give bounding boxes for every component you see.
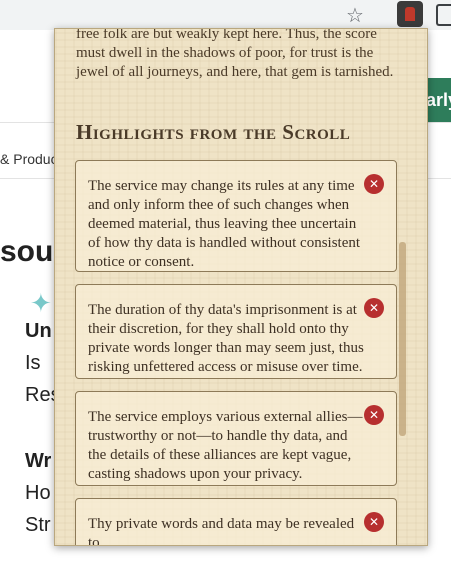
close-icon[interactable]: ✕ (364, 512, 384, 532)
highlight-card: The service may change its rules at any … (75, 160, 397, 272)
browser-toolbar: ☆ (0, 0, 451, 30)
sparkle-icon: ✦ (30, 288, 52, 318)
highlight-card: Thy private words and data may be reveal… (75, 498, 397, 546)
highlight-text: The duration of thy data's imprisonment … (88, 302, 364, 375)
highlight-text: The service may change its rules at any … (88, 178, 361, 270)
extensions-puzzle-icon[interactable] (436, 4, 451, 26)
page-heading: sou (0, 235, 54, 268)
close-icon[interactable]: ✕ (364, 298, 384, 318)
highlight-card: The duration of thy data's imprisonment … (75, 284, 397, 379)
highlight-text: The service employs various external all… (88, 409, 363, 482)
highlight-text: Thy private words and data may be reveal… (88, 516, 355, 546)
nav-item[interactable]: & Produc (0, 151, 58, 167)
close-icon[interactable]: ✕ (364, 405, 384, 425)
page-text: Is (25, 352, 41, 374)
bookmark-star-icon[interactable]: ☆ (346, 3, 364, 28)
page-text: Un (25, 320, 52, 342)
popup-scroll-area[interactable]: free folk are but weakly kept here. Thus… (55, 29, 427, 545)
summary-text: free folk are but weakly kept here. Thus… (76, 28, 394, 80)
highlight-card: The service employs various external all… (75, 391, 397, 486)
section-title: Highlights from the Scroll (76, 120, 351, 144)
scrollbar-thumb[interactable] (399, 242, 406, 436)
highlights-list: The service may change its rules at any … (75, 160, 397, 546)
close-icon[interactable]: ✕ (364, 174, 384, 194)
page-text: Str (25, 514, 51, 536)
page-text: Wr (25, 450, 52, 472)
extension-icon[interactable] (397, 1, 423, 27)
page-text: Ho (25, 482, 51, 504)
extension-popup: free folk are but weakly kept here. Thus… (54, 28, 428, 546)
